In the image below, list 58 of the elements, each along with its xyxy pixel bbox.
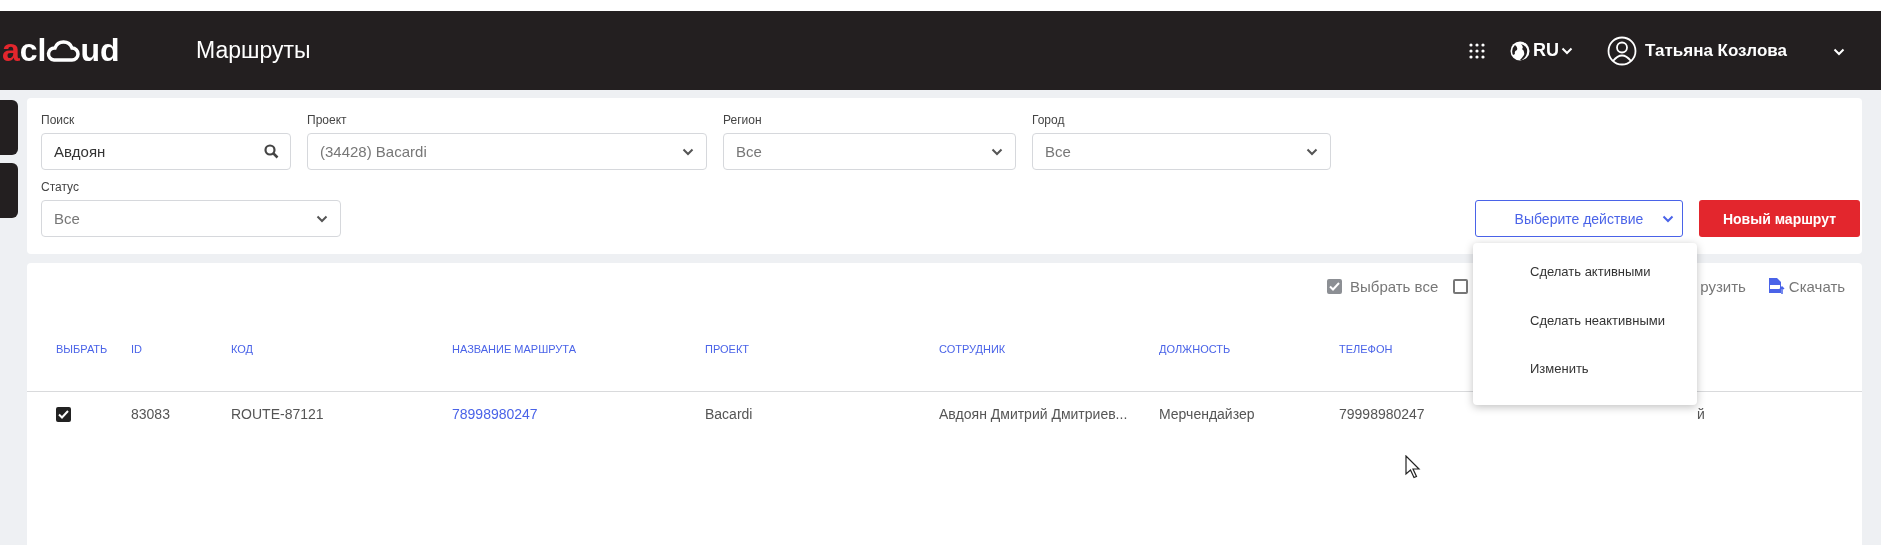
column-header[interactable]: ВЫБРАТЬ — [56, 342, 131, 355]
action-select[interactable]: Выберите действие — [1475, 200, 1683, 237]
chevron-down-icon — [682, 147, 694, 156]
table-cell-text: Мерчендайзер — [1159, 406, 1256, 422]
logo-text: cl — [19, 32, 47, 69]
column-header[interactable]: ID — [131, 342, 231, 355]
side-tab[interactable] — [0, 100, 18, 155]
table-cell-text: Авдоян Дмитрий Дмитриев... — [939, 406, 1129, 422]
menu-item[interactable]: Сделать неактивными — [1473, 296, 1697, 344]
table-cell-text: Bacardi — [705, 406, 754, 422]
status-select[interactable]: Все — [41, 200, 341, 237]
dropdown-select[interactable]: Все — [723, 133, 1016, 170]
xls-file-icon — [1766, 277, 1785, 295]
logo-text: a — [2, 32, 20, 69]
route-name-link[interactable]: 78998980247 — [452, 406, 538, 422]
table-cell-text: й — [1697, 406, 1706, 422]
table-cell-text: 83083 — [131, 406, 171, 422]
new-route-button[interactable]: Новый маршрут — [1699, 200, 1860, 237]
language-selector[interactable]: RU — [1509, 39, 1574, 62]
chevron-down-icon — [316, 214, 328, 223]
column-header[interactable]: НАЗВАНИЕ МАРШРУТА — [452, 342, 705, 355]
page-title: Маршруты — [196, 37, 311, 64]
cloud-icon — [46, 39, 81, 62]
menu-item[interactable]: Изменить — [1473, 344, 1697, 392]
menu-item[interactable]: Сделать активными — [1473, 260, 1697, 296]
search-field[interactable]: Авдоян — [41, 133, 291, 170]
column-header[interactable]: КОД — [231, 342, 452, 355]
column-header[interactable]: ДОЛЖНОСТЬ — [1159, 342, 1339, 355]
checkbox[interactable] — [1453, 278, 1469, 294]
globe-icon — [1509, 39, 1532, 62]
logo-text: ud — [80, 32, 120, 69]
side-tab[interactable] — [0, 163, 18, 218]
field-label: Город — [1032, 113, 1066, 127]
chevron-down-icon — [991, 147, 1003, 156]
checkbox-label: Выбрать все — [1350, 277, 1439, 295]
field-label: Поиск — [41, 113, 76, 127]
upload-label[interactable]: рузить — [1700, 277, 1746, 295]
user-avatar-icon — [1607, 35, 1638, 66]
chevron-down-icon — [1561, 46, 1574, 55]
field-label: Статус — [41, 180, 80, 194]
table-cell-text: 79998980247 — [1339, 406, 1426, 422]
column-header[interactable]: СОТРУДНИК — [939, 342, 1159, 355]
download-button[interactable]: Скачать — [1766, 277, 1846, 295]
apps-grid-icon[interactable] — [1469, 42, 1486, 59]
user-menu[interactable]: Татьяна Козлова — [1607, 35, 1787, 66]
mouse-pointer-icon — [1405, 455, 1421, 479]
table-cell-text: ROUTE-87121 — [231, 406, 325, 422]
field-label: Регион — [723, 113, 763, 127]
column-header[interactable]: ПРОЕКТ — [705, 342, 939, 355]
dropdown-select[interactable]: Все — [1032, 133, 1331, 170]
dropdown-select[interactable]: (34428) Bacardi — [307, 133, 707, 170]
row-checkbox[interactable] — [56, 407, 71, 422]
field-label: Проект — [307, 113, 348, 127]
chevron-down-icon — [1662, 214, 1674, 223]
chevron-down-icon — [1306, 147, 1318, 156]
search-icon — [264, 144, 279, 159]
checkbox[interactable] — [1327, 278, 1342, 294]
chevron-down-icon — [1833, 47, 1845, 56]
